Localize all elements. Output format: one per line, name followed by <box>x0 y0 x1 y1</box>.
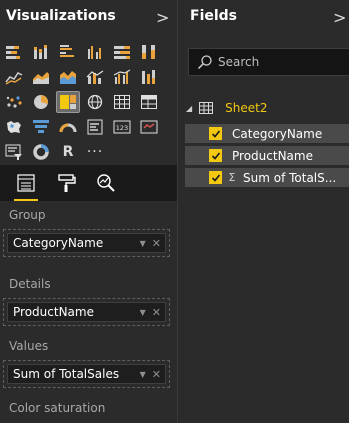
line-and-stacked-column-chart-icon[interactable] <box>84 67 106 87</box>
values-field-pill[interactable]: Sum of TotalSales ▼ ✕ <box>7 364 166 384</box>
close-icon[interactable]: ✕ <box>152 237 161 250</box>
chevron-down-icon[interactable]: ▼ <box>140 370 146 379</box>
fields-title: Fields <box>190 8 238 24</box>
field-item-label: CategoryName <box>232 126 323 141</box>
gauge-icon[interactable] <box>57 117 79 137</box>
field-checkbox[interactable] <box>209 149 222 162</box>
table-name: Sheet2 <box>225 101 268 115</box>
r-script-visual-icon[interactable]: R <box>57 142 79 162</box>
expand-caret-icon[interactable]: ◢ <box>186 104 192 113</box>
svg-text:123: 123 <box>116 124 128 132</box>
details-well: ProductName ▼ ✕ <box>3 298 170 326</box>
values-well: Sum of TotalSales ▼ ✕ <box>3 360 170 388</box>
chevron-down-icon[interactable]: ▼ <box>140 308 146 317</box>
field-item-label: ProductName <box>232 148 313 163</box>
checkmark-icon <box>211 129 220 138</box>
values-well-label: Values <box>9 339 49 353</box>
color-saturation-well-label: Color saturation <box>9 401 106 415</box>
stacked-bar-chart-icon[interactable] <box>3 42 25 62</box>
100-percent-stacked-column-chart-icon[interactable] <box>138 42 160 62</box>
group-field-name: CategoryName <box>13 236 104 250</box>
scatter-chart-icon[interactable] <box>3 92 25 112</box>
100-percent-stacked-bar-chart-icon[interactable] <box>111 42 133 62</box>
treemap-icon[interactable] <box>56 91 80 113</box>
details-field-pill[interactable]: ProductName ▼ ✕ <box>7 302 166 322</box>
donut-chart-icon[interactable] <box>30 142 52 162</box>
table-node-sheet2[interactable]: ◢ Sheet2 <box>186 99 267 117</box>
close-icon[interactable]: ✕ <box>152 306 161 319</box>
group-field-pill[interactable]: CategoryName ▼ ✕ <box>7 233 166 253</box>
field-item-label: Sum of TotalS... <box>243 170 337 185</box>
format-paint-roller-icon[interactable] <box>52 170 80 196</box>
fields-pane: Fields > ◢ Sheet2 CategoryName ProductNa… <box>177 0 349 423</box>
visualizations-pane: Visualizations > 123 R ··· Group Categor… <box>0 0 177 423</box>
slicer-icon[interactable] <box>3 142 25 162</box>
line-chart-icon[interactable] <box>3 67 25 87</box>
card-icon[interactable]: 123 <box>111 117 133 137</box>
table-icon <box>199 102 214 114</box>
sigma-icon: Σ <box>228 171 236 184</box>
fields-search-box[interactable] <box>188 48 349 76</box>
map-icon[interactable] <box>84 92 106 112</box>
visual-type-gallery: 123 R ··· <box>3 42 173 162</box>
multi-row-card-icon[interactable] <box>84 117 106 137</box>
values-field-name: Sum of TotalSales <box>13 367 120 381</box>
field-item-categoryname[interactable]: CategoryName <box>185 124 349 143</box>
checkmark-icon <box>211 151 220 160</box>
visualizations-title: Visualizations <box>6 8 116 24</box>
clustered-column-chart-icon[interactable] <box>84 42 106 62</box>
search-input[interactable] <box>218 55 338 69</box>
chevron-down-icon[interactable]: ▼ <box>140 239 146 248</box>
group-well: CategoryName ▼ ✕ <box>3 229 170 257</box>
kpi-icon[interactable] <box>138 117 160 137</box>
group-well-label: Group <box>9 208 46 222</box>
analytics-magnifier-icon[interactable] <box>92 170 120 196</box>
filled-map-icon[interactable] <box>3 117 25 137</box>
matrix-icon[interactable] <box>138 92 160 112</box>
table-icon[interactable] <box>111 92 133 112</box>
ribbon-chart-icon[interactable] <box>138 67 160 87</box>
pie-chart-icon[interactable] <box>30 92 52 112</box>
visual-pane-tabs <box>0 165 177 201</box>
field-item-productname[interactable]: ProductName <box>185 146 349 165</box>
close-icon[interactable]: ✕ <box>152 368 161 381</box>
line-and-clustered-column-chart-icon[interactable] <box>111 67 133 87</box>
clustered-bar-chart-icon[interactable] <box>57 42 79 62</box>
funnel-chart-icon[interactable] <box>30 117 52 137</box>
field-checkbox[interactable] <box>209 127 222 140</box>
collapse-visualizations-chevron-icon[interactable]: > <box>156 8 169 27</box>
field-item-sum-of-totalsales[interactable]: Σ Sum of TotalS... <box>185 168 349 187</box>
checkmark-icon <box>211 173 220 182</box>
field-checkbox[interactable] <box>209 171 222 184</box>
details-field-name: ProductName <box>13 305 94 319</box>
fields-tab-icon[interactable] <box>12 170 40 201</box>
area-chart-icon[interactable] <box>30 67 52 87</box>
collapse-fields-chevron-icon[interactable]: > <box>333 8 346 27</box>
search-icon <box>197 55 212 70</box>
stacked-column-chart-icon[interactable] <box>30 42 52 62</box>
more-visuals-icon[interactable]: ··· <box>84 142 106 162</box>
stacked-area-chart-icon[interactable] <box>57 67 79 87</box>
details-well-label: Details <box>9 277 51 291</box>
